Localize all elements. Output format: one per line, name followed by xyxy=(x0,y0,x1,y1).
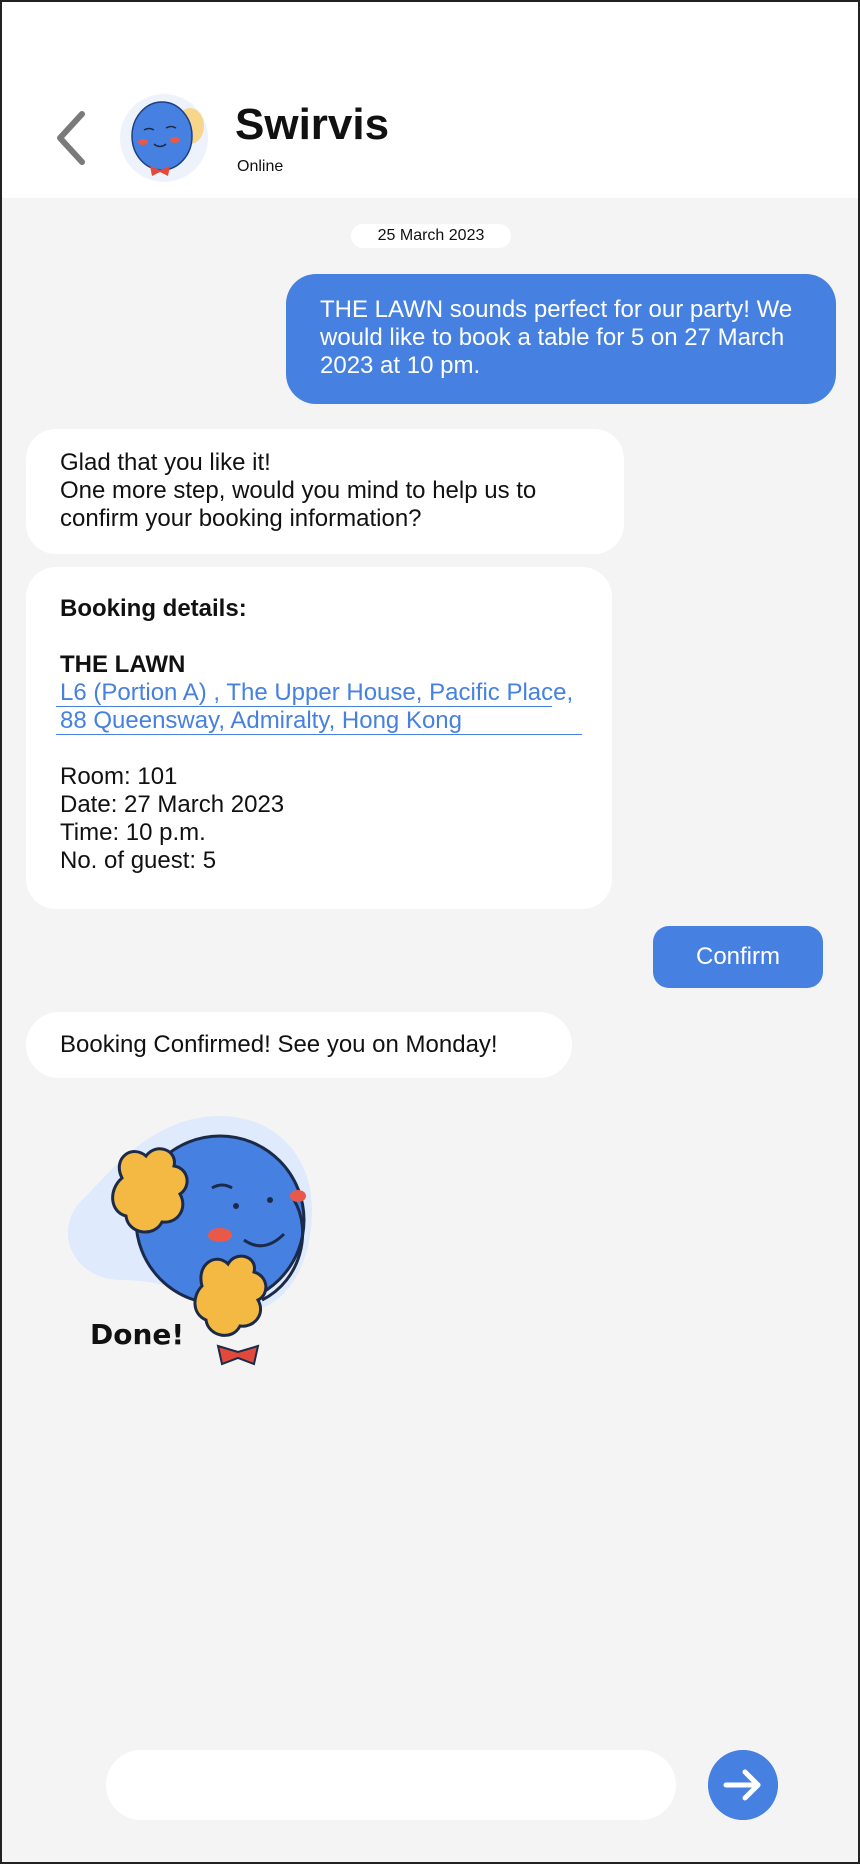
address-underline xyxy=(56,706,552,707)
contact-name: Swirvis xyxy=(235,100,390,149)
back-arrow-icon[interactable] xyxy=(52,110,92,166)
sticker-label: Done! xyxy=(90,1318,184,1351)
online-status: Online xyxy=(237,158,284,175)
arrow-right-icon[interactable] xyxy=(708,1750,778,1820)
outgoing-message: THE LAWN sounds perfect for our party! W… xyxy=(286,274,836,404)
avatar[interactable] xyxy=(114,92,214,184)
booking-guests: No. of guest: 5 xyxy=(60,847,217,874)
date-separator: 25 March 2023 xyxy=(351,224,511,248)
incoming-message: Booking Confirmed! See you on Monday! xyxy=(26,1012,572,1078)
confirm-button[interactable]: Confirm xyxy=(653,926,823,988)
confirmation-message-text: Booking Confirmed! See you on Monday! xyxy=(60,1031,498,1058)
booking-time: Time: 10 p.m. xyxy=(60,819,206,846)
venue-name: THE LAWN xyxy=(60,651,186,678)
chat-header: Swirvis Online xyxy=(2,2,858,198)
address-underline xyxy=(56,734,582,735)
booking-details-card: Booking details: THE LAWN L6 (Portion A)… xyxy=(26,567,612,909)
incoming-message: Glad that you like it! One more step, wo… xyxy=(26,429,624,554)
incoming-message-line: One more step, would you mind to help us… xyxy=(60,477,537,532)
message-input[interactable] xyxy=(106,1750,676,1820)
chat-screen: Swirvis Online 25 March 2023 THE LAWN so… xyxy=(0,0,860,1864)
incoming-message-line: Glad that you like it! xyxy=(60,449,271,476)
done-sticker: Done! xyxy=(67,1115,312,1366)
booking-room: Room: 101 xyxy=(60,763,178,790)
booking-details-heading: Booking details: xyxy=(60,595,247,622)
booking-info: Room: 101 Date: 27 March 2023 Time: 10 p… xyxy=(60,763,578,875)
venue-address-link[interactable]: L6 (Portion A) , The Upper House, Pacifi… xyxy=(56,679,582,735)
outgoing-message-text: THE LAWN sounds perfect for our party! W… xyxy=(320,296,793,379)
booking-date: Date: 27 March 2023 xyxy=(60,791,285,818)
